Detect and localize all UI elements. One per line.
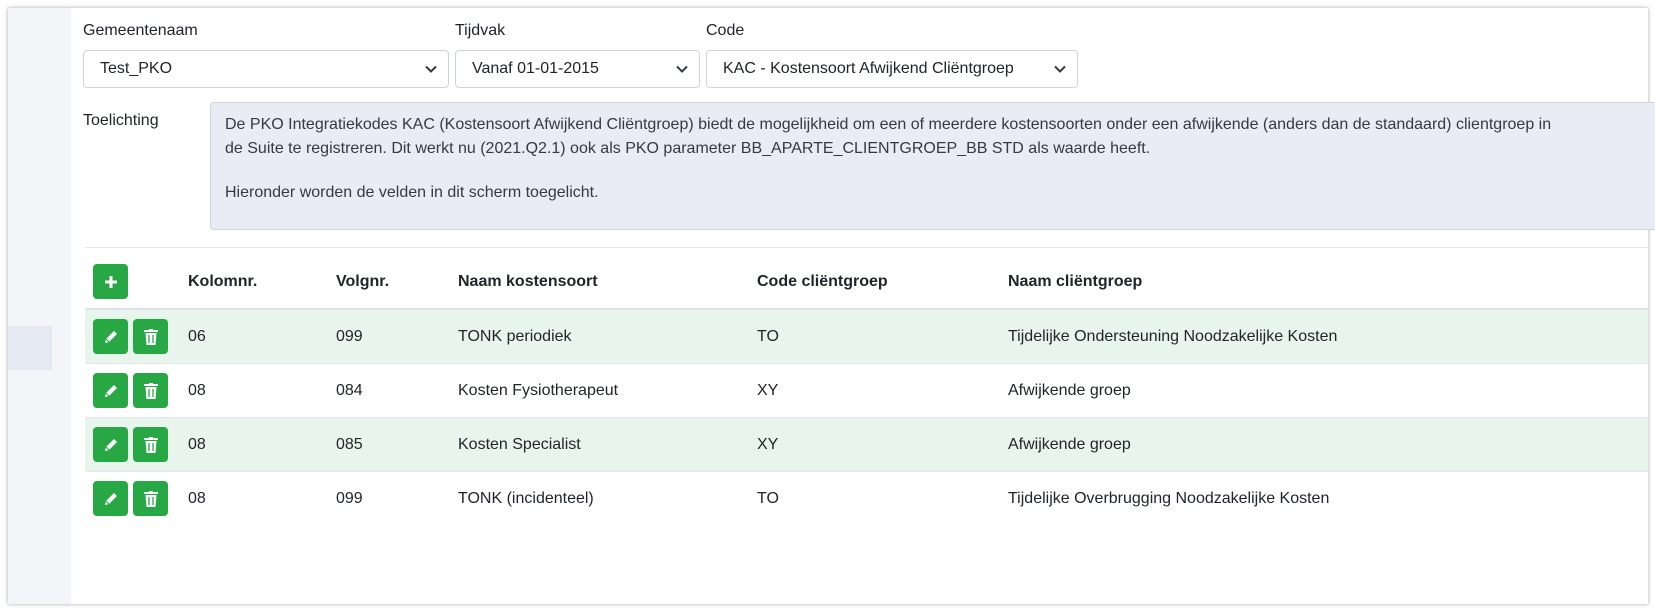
- cell-kolomnr: 06: [188, 327, 206, 345]
- cell-naam-kostensoort: Kosten Fysiotherapeut: [458, 381, 619, 399]
- header-kolomnr[interactable]: Kolomnr.: [188, 256, 257, 308]
- cell-volgnr: 085: [336, 435, 363, 453]
- gemeentenaam-select-value: Test_PKO: [100, 60, 173, 77]
- trash-icon: [143, 436, 158, 453]
- tijdvak-select-value: Vanaf 01-01-2015: [472, 60, 599, 77]
- table-row: 08 099 TONK (incidenteel) TO Tijdelijke …: [85, 472, 1648, 525]
- toelichting-line: de Suite te registreren. Dit werkt nu (2…: [225, 140, 1151, 157]
- cell-code-clientgroep: TO: [757, 327, 779, 345]
- cell-naam-kostensoort: TONK periodiek: [458, 327, 572, 345]
- divider: [85, 247, 1648, 248]
- delete-button[interactable]: [133, 481, 168, 516]
- cell-kolomnr: 08: [188, 435, 206, 453]
- pencil-icon: [104, 384, 117, 397]
- main-content: Gemeentenaam Tijdvak Code Test_PKO Vanaf…: [71, 8, 1655, 604]
- gemeentenaam-select[interactable]: Test_PKO: [83, 50, 449, 88]
- cell-code-clientgroep: XY: [757, 435, 779, 453]
- delete-button[interactable]: [133, 427, 168, 462]
- table-row: 06 099 TONK periodiek TO Tijdelijke Onde…: [85, 310, 1648, 364]
- chevron-down-icon: [1053, 51, 1067, 87]
- cell-naam-kostensoort: TONK (incidenteel): [458, 489, 594, 507]
- cell-volgnr: 099: [336, 489, 363, 507]
- edit-button[interactable]: [93, 427, 128, 462]
- toelichting-line: Hieronder worden de velden in dit scherm…: [225, 184, 599, 201]
- cell-code-clientgroep: TO: [757, 489, 779, 507]
- plus-icon: [104, 275, 117, 288]
- cell-kolomnr: 08: [188, 381, 206, 399]
- delete-button[interactable]: [133, 373, 168, 408]
- delete-button[interactable]: [133, 319, 168, 354]
- pencil-icon: [104, 330, 117, 343]
- toelichting-line: De PKO Integratiekodes KAC (Kostensoort …: [225, 116, 1552, 133]
- cell-kolomnr: 08: [188, 489, 206, 507]
- table-row: 08 084 Kosten Fysiotherapeut XY Afwijken…: [85, 364, 1648, 418]
- kostensoort-table: Kolomnr. Volgnr. Naam kostensoort Code c…: [85, 256, 1648, 525]
- tijdvak-select[interactable]: Vanaf 01-01-2015: [455, 50, 700, 88]
- app-window: Gemeentenaam Tijdvak Code Test_PKO Vanaf…: [8, 8, 1655, 604]
- cell-code-clientgroep: XY: [757, 381, 779, 399]
- gemeentenaam-label: Gemeentenaam: [83, 22, 198, 39]
- chevron-down-icon: [675, 51, 689, 87]
- cell-naam-clientgroep: Afwijkende groep: [1008, 435, 1131, 453]
- header-code-clientgroep[interactable]: Code cliëntgroep: [757, 256, 888, 308]
- pencil-icon: [104, 438, 117, 451]
- pencil-icon: [104, 492, 117, 505]
- sidebar-active-item[interactable]: [8, 326, 52, 370]
- cell-naam-kostensoort: Kosten Specialist: [458, 435, 581, 453]
- edit-button[interactable]: [93, 373, 128, 408]
- table-header-row: Kolomnr. Volgnr. Naam kostensoort Code c…: [85, 256, 1648, 310]
- cell-naam-clientgroep: Afwijkende groep: [1008, 381, 1131, 399]
- edit-button[interactable]: [93, 481, 128, 516]
- table-row: 08 085 Kosten Specialist XY Afwijkende g…: [85, 418, 1648, 472]
- cell-volgnr: 099: [336, 327, 363, 345]
- trash-icon: [143, 490, 158, 507]
- edit-button[interactable]: [93, 319, 128, 354]
- trash-icon: [143, 382, 158, 399]
- cell-naam-clientgroep: Tijdelijke Ondersteuning Noodzakelijke K…: [1008, 327, 1338, 345]
- tijdvak-label: Tijdvak: [455, 22, 506, 39]
- code-select-value: KAC - Kostensoort Afwijkend Cliëntgroep: [723, 60, 1014, 77]
- code-select[interactable]: KAC - Kostensoort Afwijkend Cliëntgroep: [706, 50, 1078, 88]
- cell-volgnr: 084: [336, 381, 363, 399]
- toelichting-textarea[interactable]: De PKO Integratiekodes KAC (Kostensoort …: [210, 102, 1655, 230]
- sidebar-rail: [8, 8, 71, 604]
- code-label: Code: [706, 22, 745, 39]
- header-naam-clientgroep[interactable]: Naam cliëntgroep: [1008, 256, 1142, 308]
- header-naam-kostensoort[interactable]: Naam kostensoort: [458, 256, 598, 308]
- header-volgnr[interactable]: Volgnr.: [336, 256, 389, 308]
- chevron-down-icon: [424, 51, 438, 87]
- cell-naam-clientgroep: Tijdelijke Overbrugging Noodzakelijke Ko…: [1008, 489, 1330, 507]
- toelichting-label: Toelichting: [83, 112, 159, 129]
- add-button[interactable]: [93, 264, 128, 299]
- trash-icon: [143, 328, 158, 345]
